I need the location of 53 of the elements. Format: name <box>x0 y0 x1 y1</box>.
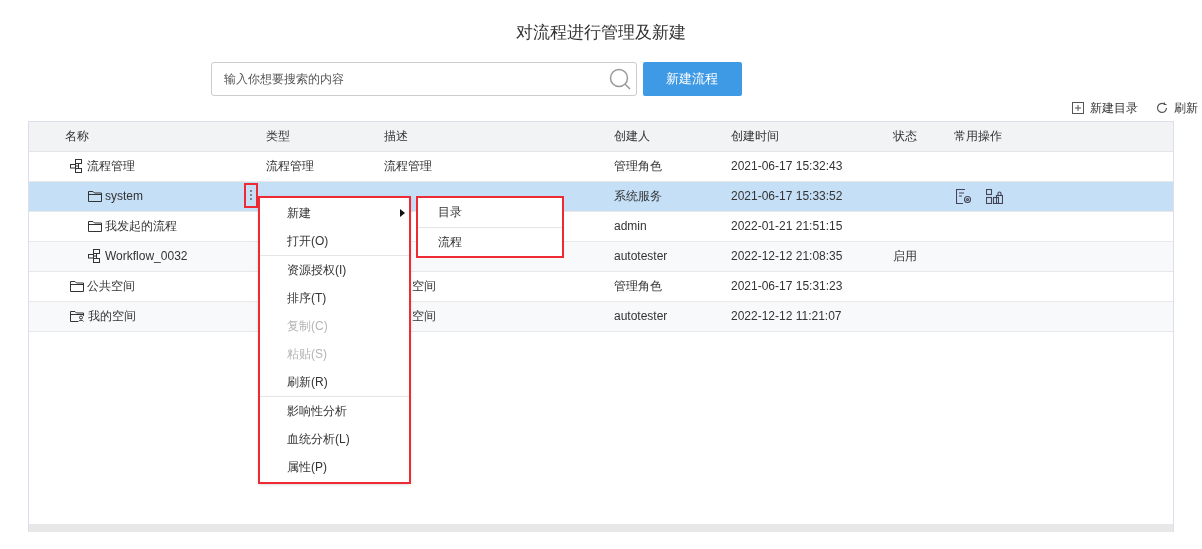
table-cell: 2021-06-17 15:33:52 <box>731 189 843 203</box>
menu-item[interactable]: 影响性分析 <box>260 396 409 425</box>
menu-item[interactable]: 属性(P) <box>260 452 409 481</box>
search-field[interactable]: 输入你想要搜索的内容 <box>210 61 637 96</box>
table-cell: 启用 <box>893 249 917 263</box>
table-cell: 2022-12-12 11:21:07 <box>731 309 842 323</box>
table-cell: 空间 <box>412 279 436 293</box>
folder-icon <box>88 190 102 202</box>
name-cell-text: Workflow_0032 <box>105 248 188 265</box>
name-cell-text: 我的空间 <box>88 308 136 325</box>
name-cell-text: 流程管理 <box>87 158 135 175</box>
table-cell: 管理角色 <box>614 159 662 173</box>
name-cell-text: 我发起的流程 <box>105 218 177 235</box>
column-header: 描述 <box>384 129 408 143</box>
column-header: 创建人 <box>614 129 650 143</box>
hierarchy-icon <box>70 159 84 173</box>
user-folder-icon <box>70 310 85 322</box>
table-cell: autotester <box>614 249 668 263</box>
column-header: 创建时间 <box>731 129 779 143</box>
table-cell: 2022-12-12 21:08:35 <box>731 249 843 263</box>
page-title: 对流程进行管理及新建 <box>516 22 686 44</box>
table-cell: 2021-06-17 15:31:23 <box>731 279 843 293</box>
name-cell-text: 公共空间 <box>87 278 135 295</box>
document-settings-icon[interactable] <box>956 188 972 204</box>
table-cell: 2021-06-17 15:32:43 <box>731 159 843 173</box>
column-header: 名称 <box>65 129 89 143</box>
table-cell: admin <box>614 219 647 233</box>
add-box-icon[interactable] <box>1072 101 1084 114</box>
grid-lock-icon[interactable] <box>986 188 1003 204</box>
toolbar-link[interactable]: 刷新 <box>1174 98 1198 117</box>
horizontal-scrollbar[interactable] <box>29 523 1173 532</box>
table-cell: 空间 <box>412 309 436 323</box>
menu-item[interactable]: 血统分析(L) <box>260 424 409 453</box>
toolbar-link[interactable]: 新建目录 <box>1090 98 1138 117</box>
row-more-button[interactable] <box>244 182 258 208</box>
hierarchy-icon <box>88 249 102 263</box>
table-cell: 2022-01-21 21:51:15 <box>731 219 843 233</box>
table-cell: 流程管理 <box>266 159 314 173</box>
column-header: 状态 <box>893 129 917 143</box>
name-cell-text: system <box>105 188 143 205</box>
submenu-arrow-icon <box>400 208 405 217</box>
menu-item[interactable]: 刷新(R) <box>260 367 409 396</box>
table-cell: 系统服务 <box>614 189 662 203</box>
column-header: 类型 <box>266 129 290 143</box>
folder-icon <box>70 280 84 292</box>
table-cell: 流程管理 <box>384 159 432 173</box>
column-header: 常用操作 <box>954 129 1002 143</box>
table-cell: 管理角色 <box>614 279 662 293</box>
folder-icon <box>88 220 102 232</box>
table-cell: autotester <box>614 309 668 323</box>
refresh-icon[interactable] <box>1156 101 1168 114</box>
search-icon[interactable] <box>608 67 631 90</box>
menu-item[interactable]: 流程 <box>418 226 562 256</box>
